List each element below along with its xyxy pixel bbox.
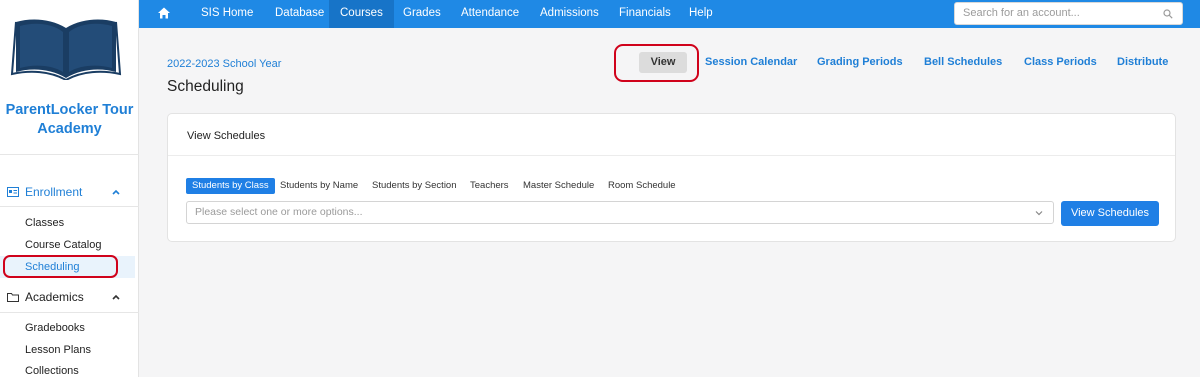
card-title: View Schedules: [187, 130, 266, 142]
sidebar-section-label: Enrollment: [25, 185, 83, 199]
tab-distribute[interactable]: Distribute: [1117, 56, 1168, 68]
divider: [168, 155, 1175, 156]
sidebar-item-lesson-plans[interactable]: Lesson Plans: [0, 339, 139, 361]
filter-master-schedule[interactable]: Master Schedule: [523, 178, 594, 194]
options-multiselect[interactable]: Please select one or more options...: [186, 201, 1054, 224]
top-navbar: SIS Home Database Courses Grades Attenda…: [139, 0, 1200, 28]
view-schedules-button[interactable]: View Schedules: [1061, 201, 1159, 226]
folder-icon: [7, 293, 19, 302]
sidebar-section-enrollment[interactable]: Enrollment: [0, 178, 139, 206]
sidebar: ParentLocker Tour Academy Enrollment Cla…: [0, 0, 139, 377]
sidebar-item-gradebooks[interactable]: Gradebooks: [0, 317, 139, 339]
tab-bell-schedules[interactable]: Bell Schedules: [924, 56, 1002, 68]
filter-teachers[interactable]: Teachers: [470, 178, 509, 194]
sidebar-item-classes[interactable]: Classes: [0, 212, 139, 234]
view-schedules-card: View Schedules Students by Class Student…: [167, 113, 1176, 242]
filter-students-by-section[interactable]: Students by Section: [372, 178, 457, 194]
school-year-link[interactable]: 2022-2023 School Year: [167, 58, 281, 70]
sidebar-item-course-catalog[interactable]: Course Catalog: [0, 234, 139, 256]
open-book-logo: [10, 19, 122, 80]
id-card-icon: [7, 187, 19, 197]
nav-grades[interactable]: Grades: [393, 0, 451, 28]
chevron-down-icon: [1035, 211, 1043, 216]
nav-sis-home[interactable]: SIS Home: [191, 0, 263, 28]
filter-room-schedule[interactable]: Room Schedule: [608, 178, 676, 194]
sidebar-section-academics[interactable]: Academics: [0, 283, 139, 311]
school-name: ParentLocker Tour Academy: [5, 102, 134, 137]
account-search-input[interactable]: Search for an account...: [954, 2, 1183, 25]
nav-help[interactable]: Help: [679, 0, 723, 28]
nav-database[interactable]: Database: [265, 0, 334, 28]
chevron-up-icon[interactable]: [111, 292, 121, 302]
select-placeholder: Please select one or more options...: [195, 206, 363, 218]
search-placeholder: Search for an account...: [963, 7, 1080, 19]
nav-admissions[interactable]: Admissions: [530, 0, 609, 28]
highlight-annotation: [3, 255, 118, 278]
sidebar-section-label: Academics: [25, 290, 84, 304]
filter-students-by-class[interactable]: Students by Class: [186, 178, 275, 194]
divider: [0, 154, 139, 155]
filter-students-by-name[interactable]: Students by Name: [280, 178, 358, 194]
page-title: Scheduling: [167, 78, 244, 95]
home-icon[interactable]: [157, 6, 171, 20]
nav-financials[interactable]: Financials: [609, 0, 681, 28]
tab-grading-periods[interactable]: Grading Periods: [817, 56, 903, 68]
highlight-annotation: [614, 44, 699, 82]
divider: [0, 206, 139, 207]
search-icon: [1163, 9, 1173, 19]
sidebar-item-collections[interactable]: Collections: [0, 360, 139, 377]
nav-attendance[interactable]: Attendance: [451, 0, 529, 28]
tab-session-calendar[interactable]: Session Calendar: [705, 56, 797, 68]
tab-class-periods[interactable]: Class Periods: [1024, 56, 1097, 68]
divider: [0, 312, 139, 313]
nav-courses[interactable]: Courses: [329, 0, 394, 28]
chevron-up-icon[interactable]: [111, 187, 121, 197]
